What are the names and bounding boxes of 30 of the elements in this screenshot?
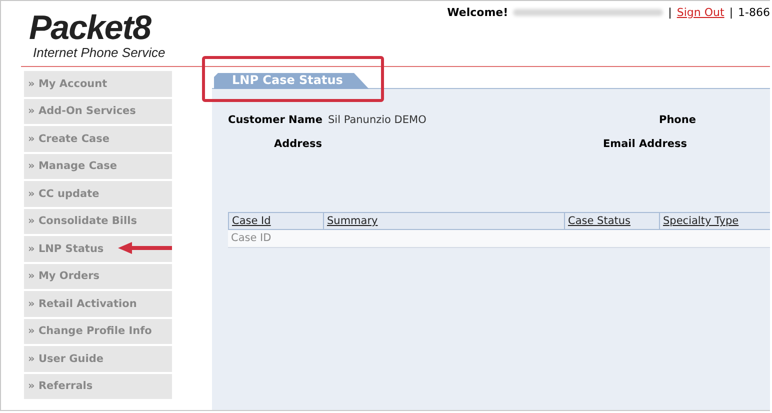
sidebar-item[interactable]: » Add-On Services [24, 98, 172, 124]
column-header[interactable]: Specialty Type [659, 212, 770, 230]
phone-number: 1-866 [738, 6, 770, 18]
field-label: Email Address [602, 138, 688, 150]
column-header[interactable]: Summary [323, 212, 564, 230]
sidebar-item[interactable]: » CC update [24, 181, 172, 206]
sign-out-link[interactable]: Sign Out [676, 6, 724, 18]
sidebar-item[interactable]: » Consolidate Bills [24, 208, 172, 234]
sidebar-item[interactable]: » Create Case [24, 126, 172, 152]
sidebar-item[interactable]: » User Guide [24, 346, 172, 372]
sidebar-item[interactable]: » Manage Case [24, 154, 172, 179]
field-label: Address [273, 138, 323, 150]
separator: | [668, 6, 672, 18]
sidebar-item[interactable]: » Retail Activation [24, 291, 172, 316]
sidebar-item[interactable]: » Change Profile Info [24, 318, 172, 344]
table-cell: Case ID [228, 230, 323, 248]
field-label: Customer Name [228, 114, 322, 126]
column-header[interactable]: Case Status [564, 212, 659, 230]
field-label: Phone [658, 114, 697, 126]
column-header[interactable]: Case Id [228, 212, 323, 230]
sidebar-item[interactable]: » Referrals [24, 374, 172, 399]
logo-tagline: Internet Phone Service [33, 45, 166, 60]
sidebar-item[interactable]: » My Account [24, 71, 172, 96]
field-value: Sil Panunzio DEMO [328, 114, 426, 126]
logo-wordmark: Packet8 [29, 11, 152, 45]
welcome-text: Welcome! [447, 6, 508, 18]
sidebar-item[interactable]: » My Orders [24, 264, 172, 289]
separator: | [729, 6, 734, 18]
sidebar-item[interactable]: » LNP Status [24, 236, 172, 262]
lnp-case-status-tab[interactable]: LNP Case Status [214, 73, 369, 89]
